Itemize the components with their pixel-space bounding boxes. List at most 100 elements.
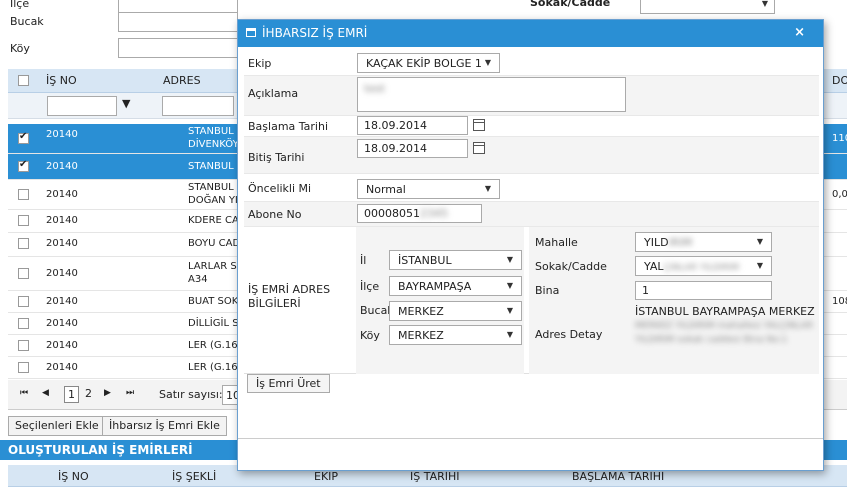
calendar-icon[interactable] bbox=[473, 119, 485, 131]
row-id: 20140 bbox=[46, 268, 78, 279]
row-id: 20140 bbox=[46, 340, 78, 351]
oncelik-label: Öncelikli Mi bbox=[248, 182, 312, 195]
row-checkbox[interactable] bbox=[18, 362, 29, 373]
chevron-down-icon: ▼ bbox=[506, 281, 513, 290]
created-is-sekli-header[interactable]: İŞ ŞEKLİ bbox=[172, 470, 216, 483]
add-unnoticed-work-order-button[interactable]: İhbarsız İş Emri Ekle bbox=[102, 416, 227, 436]
row-checkbox[interactable] bbox=[18, 215, 29, 226]
close-icon[interactable]: × bbox=[794, 25, 805, 40]
is-no-header[interactable]: İŞ NO bbox=[46, 74, 77, 87]
first-page-icon[interactable]: ⏮ bbox=[20, 388, 28, 398]
adres-filter-input[interactable] bbox=[162, 96, 234, 116]
row-extra: 108 bbox=[832, 296, 847, 307]
row-checkbox[interactable] bbox=[18, 340, 29, 351]
last-page-icon[interactable]: ⏭ bbox=[126, 388, 134, 398]
ekip-row: Ekip KAÇAK EKİP BOLGE 1 ▼ bbox=[244, 51, 819, 76]
do-header[interactable]: DO bbox=[832, 74, 847, 87]
bucak-select[interactable]: MERKEZ ▼ bbox=[389, 301, 522, 321]
window-icon bbox=[246, 28, 256, 37]
row-checkbox[interactable] bbox=[18, 318, 29, 329]
calendar-icon[interactable] bbox=[473, 142, 485, 154]
page-1-button[interactable]: 1 bbox=[64, 386, 79, 403]
select-all-checkbox[interactable] bbox=[18, 75, 29, 86]
generate-work-order-button[interactable]: İş Emri Üret bbox=[247, 374, 330, 393]
sokak-select[interactable]: YALÇINLAR YILDIRIM ▼ bbox=[635, 256, 772, 276]
koy-filter-input[interactable] bbox=[118, 38, 238, 58]
sokak-select-value: YAL bbox=[644, 260, 664, 273]
row-checkbox[interactable] bbox=[18, 238, 29, 249]
aciklama-label: Açıklama bbox=[248, 87, 299, 100]
prev-page-icon[interactable]: ◀ bbox=[42, 388, 49, 398]
chevron-down-icon: ▼ bbox=[761, 0, 768, 8]
chevron-down-icon: ▼ bbox=[756, 261, 763, 270]
dialog-footer-divider bbox=[238, 438, 823, 439]
oncelik-select[interactable]: Normal ▼ bbox=[357, 179, 500, 199]
bitis-row: Bitiş Tarihi 18.09.2014 bbox=[244, 137, 819, 174]
dialog-titlebar[interactable]: İHBARSIZ İŞ EMRİ × bbox=[238, 20, 823, 47]
il-select[interactable]: İSTANBUL ▼ bbox=[389, 250, 522, 270]
chevron-down-icon: ▼ bbox=[506, 306, 513, 315]
baslama-date-input[interactable]: 18.09.2014 bbox=[357, 116, 468, 135]
row-checkbox[interactable] bbox=[18, 189, 29, 200]
ilce-select[interactable]: BAYRAMPAŞA ▼ bbox=[389, 276, 522, 296]
abone-no-hidden: 2345 bbox=[420, 207, 448, 220]
adres-detay-label: Adres Detay bbox=[535, 328, 603, 341]
mahalle-select-hidden: IRIM bbox=[668, 236, 693, 249]
abone-row: Abone No 000080512345 bbox=[244, 202, 819, 227]
baslama-label: Başlama Tarihi bbox=[248, 120, 329, 133]
adres-header[interactable]: ADRES bbox=[163, 74, 201, 87]
created-baslama-header[interactable]: BAŞLAMA TARİHİ bbox=[572, 470, 664, 483]
address-section-label: İŞ EMRİ ADRES BİLGİLERİ bbox=[248, 283, 330, 311]
next-page-icon[interactable]: ▶ bbox=[104, 388, 111, 398]
row-checkbox[interactable] bbox=[18, 131, 29, 144]
row-address-line2: A34 bbox=[188, 274, 208, 285]
row-address: BOYU CAD bbox=[188, 238, 241, 249]
il-label: İl bbox=[360, 254, 367, 267]
unnoticed-work-order-dialog: İHBARSIZ İŞ EMRİ × Ekip KAÇAK EKİP BOLGE… bbox=[237, 19, 824, 471]
adres-detay-text: İSTANBUL BAYRAMPAŞA MERKEZ bbox=[635, 305, 815, 318]
sokak-label: Sokak/Cadde bbox=[535, 260, 607, 273]
address-section-label-line1: İŞ EMRİ ADRES bbox=[248, 283, 331, 296]
chevron-down-icon: ▼ bbox=[484, 58, 491, 67]
bitis-date-input[interactable]: 18.09.2014 bbox=[357, 139, 468, 158]
page-2-button[interactable]: 2 bbox=[85, 387, 92, 400]
ilce-label: İlçe bbox=[360, 280, 380, 293]
koy-select[interactable]: MERKEZ ▼ bbox=[389, 325, 522, 345]
abone-no-input[interactable]: 000080512345 bbox=[357, 204, 482, 223]
row-id: 20140 bbox=[46, 189, 78, 200]
row-address: BUAT SOK bbox=[188, 296, 239, 307]
ilce-filter-label: İlçe bbox=[10, 0, 30, 10]
row-id: 20140 bbox=[46, 161, 78, 172]
chevron-down-icon: ▼ bbox=[756, 237, 763, 246]
is-no-filter-input[interactable] bbox=[47, 96, 117, 116]
created-ekip-header[interactable]: EKİP bbox=[314, 470, 338, 483]
chevron-down-icon: ▼ bbox=[484, 184, 491, 193]
row-checkbox[interactable] bbox=[18, 268, 29, 279]
bina-label: Bina bbox=[535, 284, 560, 297]
ekip-label: Ekip bbox=[248, 57, 272, 70]
mahalle-select[interactable]: YILDIRIM ▼ bbox=[635, 232, 772, 252]
row-id: 20140 bbox=[46, 318, 78, 329]
bina-input[interactable]: 1 bbox=[635, 281, 772, 300]
created-is-tarihi-header[interactable]: İŞ TARİHİ bbox=[410, 470, 460, 483]
row-checkbox[interactable] bbox=[18, 159, 29, 172]
aciklama-textarea[interactable]: test bbox=[357, 77, 626, 112]
mahalle-select-value: YILD bbox=[644, 236, 669, 249]
koy-label: Köy bbox=[360, 329, 380, 342]
created-is-no-header[interactable]: İŞ NO bbox=[58, 470, 89, 483]
ekip-select[interactable]: KAÇAK EKİP BOLGE 1 ▼ bbox=[357, 53, 500, 73]
row-extra: 110 bbox=[832, 133, 847, 144]
row-checkbox[interactable] bbox=[18, 296, 29, 307]
bucak-filter-input[interactable] bbox=[118, 12, 238, 32]
add-selected-button[interactable]: Seçilenleri Ekle bbox=[8, 416, 106, 436]
aciklama-row: Açıklama test bbox=[244, 76, 819, 116]
filter-icon[interactable]: ▼ bbox=[122, 97, 130, 110]
row-extra: 0,0 bbox=[832, 189, 847, 200]
sokak-filter-select[interactable]: ▼ bbox=[640, 0, 775, 14]
rows-per-page-label: Satır sayısı: bbox=[159, 388, 223, 401]
row-id: 20140 bbox=[46, 238, 78, 249]
row-address: KDERE CA bbox=[188, 215, 239, 226]
bucak-filter-label: Bucak bbox=[10, 15, 44, 28]
adres-detay-value: İSTANBUL BAYRAMPAŞA MERKEZ MERKEZ YILDIR… bbox=[635, 305, 815, 347]
row-address-line2: DİVENKÖY bbox=[188, 139, 239, 150]
